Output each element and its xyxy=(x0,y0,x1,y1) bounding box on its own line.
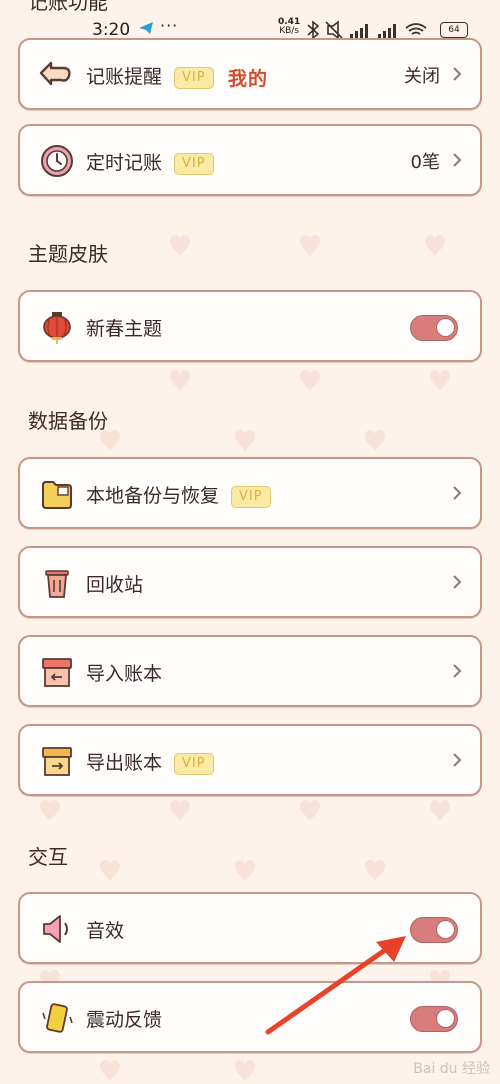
row-scheduled-bookkeeping[interactable]: 定时记账 VIP 0笔 xyxy=(18,124,482,196)
row-label: 回收站 xyxy=(86,574,144,596)
row-import-ledger[interactable]: 导入账本 xyxy=(18,635,482,707)
bluetooth-icon xyxy=(307,20,320,40)
status-time: 3:20 xyxy=(92,20,131,40)
row-value: 0笔 xyxy=(410,152,440,173)
clock-icon xyxy=(41,145,73,177)
chevron-right-icon xyxy=(453,153,462,167)
chevron-right-icon xyxy=(453,575,462,589)
lantern-icon xyxy=(43,312,71,344)
theme-toggle[interactable] xyxy=(410,315,458,341)
row-label: 震动反馈 xyxy=(86,1009,163,1031)
sound-toggle[interactable] xyxy=(410,917,458,943)
import-box-icon xyxy=(42,658,72,687)
row-label: 记账提醒 VIP xyxy=(86,62,214,89)
signal-icon xyxy=(350,24,368,38)
vibrating-phone-icon xyxy=(42,1003,73,1033)
row-new-year-theme[interactable]: 新春主题 xyxy=(18,290,482,362)
system-status-icons xyxy=(307,20,427,40)
vip-badge: VIP xyxy=(174,67,214,89)
row-label: 定时记账 VIP xyxy=(86,148,214,175)
speaker-icon xyxy=(43,915,68,943)
signal-icon-2 xyxy=(378,24,396,38)
section-title-theme: 主题皮肤 xyxy=(28,242,108,266)
chevron-right-icon xyxy=(453,664,462,678)
chevron-right-icon xyxy=(453,753,462,767)
reminder-icon xyxy=(39,61,71,86)
vip-badge: VIP xyxy=(231,486,271,508)
vibration-toggle[interactable] xyxy=(410,1006,458,1032)
row-vibration-feedback[interactable]: 震动反馈 xyxy=(18,981,482,1053)
row-recycle-bin[interactable]: 回收站 xyxy=(18,546,482,618)
toggle-knob xyxy=(436,1009,455,1028)
section-title-bookkeeping: 记账功能 xyxy=(28,0,108,14)
row-label: 本地备份与恢复 VIP xyxy=(86,481,271,508)
row-label: 导入账本 xyxy=(86,663,163,685)
chevron-right-icon xyxy=(453,486,462,500)
wifi-icon xyxy=(405,23,427,35)
watermark: Bai du 经验 xyxy=(413,1061,490,1077)
overlay-label: 我的 xyxy=(228,68,269,90)
more-notifications-icon: ··· xyxy=(160,16,179,35)
section-title-interaction: 交互 xyxy=(28,845,68,869)
row-label: 音效 xyxy=(86,920,125,942)
toggle-knob xyxy=(436,318,455,337)
chevron-right-icon xyxy=(453,67,462,81)
row-export-ledger[interactable]: 导出账本 VIP xyxy=(18,724,482,796)
toggle-knob xyxy=(436,920,455,939)
row-sound-effects[interactable]: 音效 xyxy=(18,892,482,964)
telegram-icon xyxy=(139,22,153,34)
row-value: 关闭 xyxy=(404,66,440,87)
row-label: 导出账本 VIP xyxy=(86,748,214,775)
mute-icon xyxy=(325,20,343,40)
vip-badge: VIP xyxy=(174,753,214,775)
battery-icon: 64 xyxy=(440,22,468,38)
row-label: 新春主题 xyxy=(86,318,163,340)
section-title-backup: 数据备份 xyxy=(28,409,108,433)
folder-icon xyxy=(42,481,72,509)
network-speed: 0.41 KB/s xyxy=(278,17,301,36)
row-local-backup[interactable]: 本地备份与恢复 VIP xyxy=(18,457,482,529)
vip-badge: VIP xyxy=(174,153,214,175)
trash-icon xyxy=(45,570,69,598)
export-box-icon xyxy=(42,747,72,776)
